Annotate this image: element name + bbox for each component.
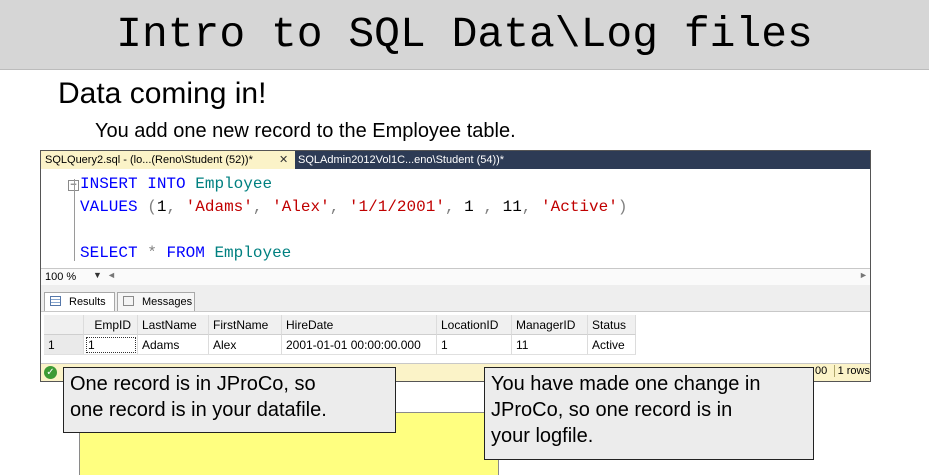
tab-results-label: Results [69, 296, 106, 308]
column-header-firstname[interactable]: FirstName [209, 315, 282, 335]
tab-sqlquery2[interactable]: SQLQuery2.sql - (lo...(Reno\Student (52)… [41, 151, 295, 169]
status-time: 00 [815, 365, 828, 377]
callout-logfile-line: JProCo, so one record is in [491, 399, 733, 421]
value-lastname: 'Adams' [185, 198, 253, 216]
results-tab-strip: Results Messages [41, 285, 870, 312]
close-paren: ) [617, 198, 628, 216]
close-icon[interactable]: ✕ [279, 151, 288, 169]
scroll-right-icon[interactable]: ► [859, 270, 868, 280]
column-header-lastname[interactable]: LastName [138, 315, 209, 335]
keyword-select: SELECT [80, 244, 138, 262]
value-firstname: 'Alex' [272, 198, 330, 216]
comma: , [329, 198, 340, 216]
callout-datafile: One record is in JProCo, so one record i… [63, 367, 396, 433]
slide-heading: Data coming in! [58, 77, 267, 110]
callout-datafile-line: one record is in your datafile. [70, 399, 327, 421]
column-header-empid[interactable]: EmpID [84, 315, 138, 335]
cell-locationid[interactable]: 1 [437, 335, 512, 355]
callout-logfile-line: You have made one change in [491, 373, 761, 395]
status-row-count: 1 rows [833, 365, 870, 377]
comma: , [483, 198, 493, 216]
title-bar: Intro to SQL Data\Log files [0, 0, 929, 70]
zoom-bar: 100 % ▼ ◄ ► [41, 268, 870, 286]
open-paren: ( [147, 198, 157, 216]
keyword-from: FROM [166, 244, 205, 262]
grid-icon [50, 296, 61, 306]
row-number-cell[interactable]: 1 [44, 335, 84, 355]
value-hiredate: '1/1/2001' [348, 198, 445, 216]
tab-sqlquery2-label: SQLQuery2.sql - (lo...(Reno\Student (52)… [45, 154, 253, 166]
value-managerid: 11 [502, 198, 522, 216]
tab-messages-label: Messages [142, 296, 193, 308]
cell-lastname[interactable]: Adams [138, 335, 209, 355]
dropdown-arrow-icon[interactable]: ▼ [93, 270, 102, 280]
query-editor[interactable]: − INSERT INTO Employee VALUES (1, 'Adams… [41, 169, 870, 269]
row-number-header [44, 315, 84, 335]
value-empid: 1 [156, 198, 167, 216]
ssms-window: SQLQuery2.sql - (lo...(Reno\Student (52)… [40, 150, 871, 382]
check-circle-icon: ✓ [44, 366, 57, 379]
keyword-values: VALUES [80, 198, 138, 216]
results-grid: EmpID LastName FirstName HireDate Locati… [41, 313, 870, 359]
code-line-values: VALUES (1, 'Adams', 'Alex', '1/1/2001', … [80, 198, 627, 216]
column-header-locationid[interactable]: LocationID [437, 315, 512, 335]
value-locationid: 1 [464, 198, 474, 216]
comma: , [252, 198, 263, 216]
zoom-select[interactable]: 100 % [45, 271, 76, 283]
scroll-left-icon[interactable]: ◄ [107, 270, 116, 280]
cell-managerid[interactable]: 11 [512, 335, 588, 355]
column-header-status[interactable]: Status [588, 315, 636, 335]
cell-firstname[interactable]: Alex [209, 335, 282, 355]
column-header-managerid[interactable]: ManagerID [512, 315, 588, 335]
tab-messages[interactable]: Messages [117, 292, 195, 311]
value-status: 'Active' [541, 198, 618, 216]
cell-status[interactable]: Active [588, 335, 636, 355]
message-icon [123, 296, 134, 306]
comma: , [444, 198, 455, 216]
star-operator: * [147, 244, 157, 262]
outline-bar [74, 179, 75, 261]
tab-results[interactable]: Results [44, 292, 115, 311]
callout-logfile: You have made one change in JProCo, so o… [484, 367, 814, 460]
table-identifier: Employee [195, 175, 273, 193]
keyword-insert: INSERT [80, 175, 138, 193]
tab-sqladmin-label: SQLAdmin2012Vol1C...eno\Student (54))* [298, 154, 505, 166]
slide-title: Intro to SQL Data\Log files [116, 10, 813, 59]
tab-sqladmin[interactable]: SQLAdmin2012Vol1C...eno\Student (54))* [298, 151, 504, 169]
table-identifier: Employee [214, 244, 292, 262]
code-line-insert: INSERT INTO Employee [80, 175, 272, 193]
callout-datafile-line: One record is in JProCo, so [70, 373, 316, 395]
cell-hiredate[interactable]: 2001-01-01 00:00:00.000 [282, 335, 437, 355]
column-header-hiredate[interactable]: HireDate [282, 315, 437, 335]
code-line-select: SELECT * FROM Employee [80, 244, 291, 262]
document-tab-strip: SQLQuery2.sql - (lo...(Reno\Student (52)… [41, 151, 870, 169]
slide-subheading: You add one new record to the Employee t… [95, 120, 516, 142]
keyword-into: INTO [147, 175, 186, 193]
comma: , [521, 198, 532, 216]
comma: , [166, 198, 177, 216]
callout-logfile-line: your logfile. [491, 425, 594, 447]
cell-empid[interactable]: 1 [84, 335, 138, 355]
